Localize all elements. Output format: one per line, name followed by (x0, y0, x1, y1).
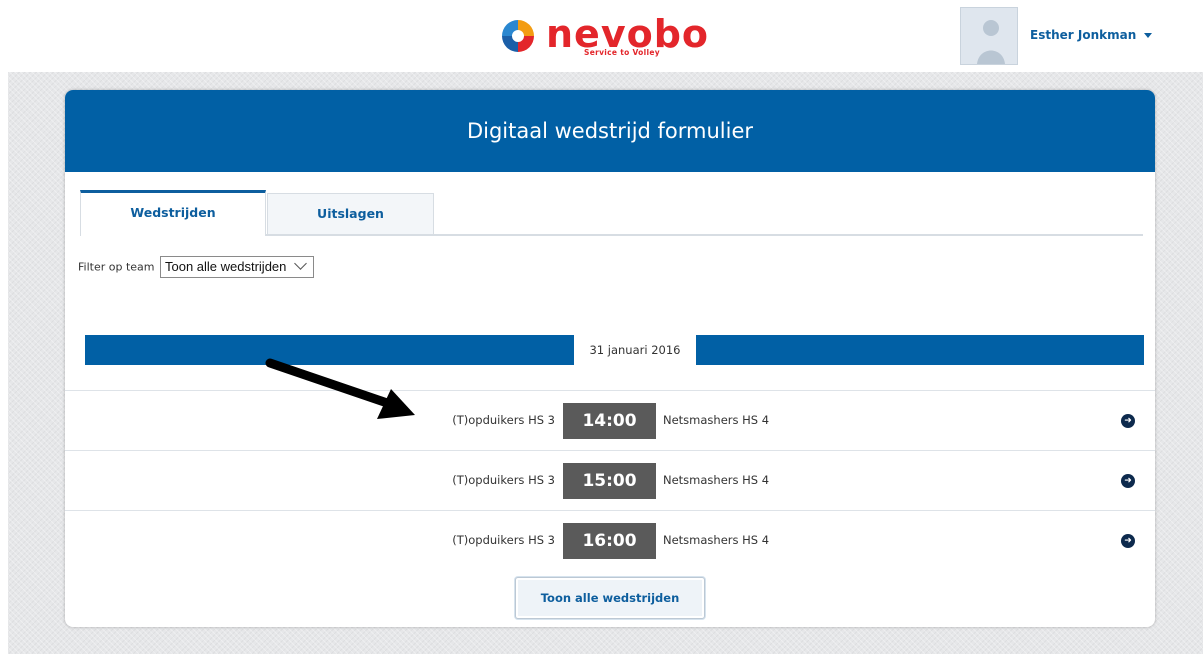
away-team: Netsmashers HS 4 (663, 533, 770, 547)
date-label: 31 januari 2016 (574, 335, 696, 365)
match-row[interactable]: (T)opduikers HS 3 14:00 Netsmashers HS 4… (65, 390, 1155, 450)
away-team: Netsmashers HS 4 (663, 473, 770, 487)
tab-wedstrijden[interactable]: Wedstrijden (80, 190, 266, 236)
page-title: Digitaal wedstrijd formulier (65, 90, 1155, 172)
filter-label: Filter op team (78, 260, 155, 274)
arrow-right-circle-icon[interactable]: ➜ (1121, 414, 1135, 428)
team-filter-value: Toon alle wedstrijden (164, 259, 287, 274)
team-filter-select[interactable]: Toon alle wedstrijden (159, 256, 315, 278)
user-name: Esther Jonkman (1030, 28, 1137, 42)
tab-bar: Wedstrijden Uitslagen (80, 190, 1143, 236)
nevobo-logo[interactable]: nevobo Service to Volley (500, 12, 710, 58)
nevobo-logo-icon (502, 20, 534, 52)
caret-down-icon (1144, 33, 1153, 38)
tab-uitslagen[interactable]: Uitslagen (267, 193, 434, 234)
chevron-down-icon (294, 257, 308, 270)
match-row[interactable]: (T)opduikers HS 3 16:00 Netsmashers HS 4… (65, 510, 1155, 570)
arrow-right-circle-icon[interactable]: ➜ (1121, 534, 1135, 548)
logo-tagline: Service to Volley (584, 48, 660, 57)
home-team: (T)opduikers HS 3 (452, 413, 555, 427)
form-card: Digitaal wedstrijd formulier Wedstrijden… (65, 90, 1155, 627)
top-header: nevobo Service to Volley Esther Jonkman (0, 0, 1203, 72)
away-team: Netsmashers HS 4 (663, 413, 770, 427)
match-row[interactable]: (T)opduikers HS 3 15:00 Netsmashers HS 4… (65, 450, 1155, 510)
avatar[interactable] (960, 7, 1018, 65)
match-time: 14:00 (563, 403, 656, 439)
arrow-right-circle-icon[interactable]: ➜ (1121, 474, 1135, 488)
user-placeholder-icon (961, 8, 1017, 64)
match-time: 15:00 (563, 463, 656, 499)
date-divider: 31 januari 2016 (85, 335, 1144, 365)
match-time: 16:00 (563, 523, 656, 559)
user-menu[interactable]: Esther Jonkman (1030, 28, 1153, 42)
show-all-matches-button[interactable]: Toon alle wedstrijden (515, 577, 705, 619)
home-team: (T)opduikers HS 3 (452, 473, 555, 487)
team-filter: Filter op team Toon alle wedstrijden (78, 256, 315, 278)
annotation-arrow-icon (265, 358, 415, 419)
home-team: (T)opduikers HS 3 (452, 533, 555, 547)
